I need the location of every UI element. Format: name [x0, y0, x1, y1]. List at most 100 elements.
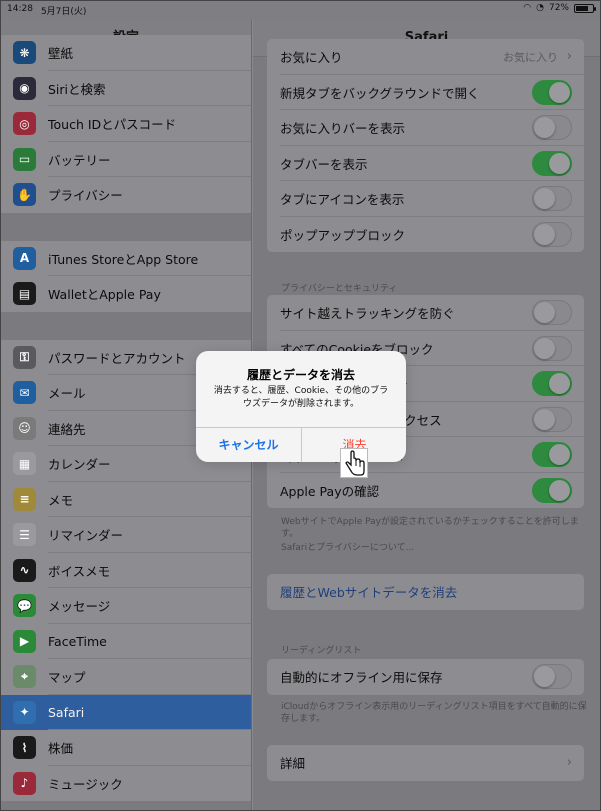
setting-row: 新規タブをバックグラウンドで開く [267, 75, 584, 110]
toggle-switch[interactable] [532, 221, 572, 247]
setting-label: Apple Payの確認 [280, 483, 380, 499]
sidebar-item-notes[interactable]: ≡ メモ [1, 482, 251, 517]
toggle-knob [534, 188, 555, 209]
setting-label: 自動的にオフライン用に保存 [280, 670, 443, 686]
status-date: 5月7日(火) [40, 7, 87, 17]
stocks-icon: ⌇ [13, 736, 36, 760]
sidebar-item-app-store[interactable]: AiTunes StoreとApp Store [1, 241, 251, 276]
sidebar-item-label: メッセージ [48, 599, 111, 615]
sidebar-item-label: Safari [48, 704, 85, 720]
privacy-about-link[interactable]: Safariとプライバシーについて... [281, 542, 587, 554]
sidebar-item-label: パスワードとアカウント [48, 350, 186, 366]
clear-history-alert: 履歴とデータを消去 消去すると、履歴、Cookie、その他のブラウズデータが削除… [196, 351, 406, 462]
sidebar-item-label: プライバシー [48, 188, 123, 204]
wallet-icon: ▤ [13, 282, 36, 306]
sidebar-item-facetime[interactable]: ▶ FaceTime [1, 624, 251, 659]
mail-icon: ✉ [13, 381, 36, 405]
setting-row: タブにアイコンを表示 [267, 181, 584, 217]
setting-label: タブバーを表示 [280, 156, 368, 172]
setting-row[interactable]: お気に入り お気に入り › [267, 39, 584, 75]
toggle-knob [549, 152, 570, 174]
calendar-icon: ▦ [13, 452, 36, 476]
sidebar-item-label: FaceTime [48, 633, 107, 649]
contacts-icon: ☺ [13, 416, 36, 440]
sidebar-item-label: 連絡先 [48, 421, 86, 437]
toggle-switch[interactable] [532, 335, 572, 361]
notes-icon: ≡ [13, 487, 36, 511]
sidebar-item-label: カレンダー [48, 457, 111, 473]
privacy-footnote: WebサイトでApple Payが設定されているかチェックすることを許可します。… [281, 516, 587, 554]
setting-row: ポップアップブロック [267, 217, 584, 253]
toggle-knob [534, 302, 555, 323]
advanced-row[interactable]: 詳細 › [267, 745, 584, 781]
sidebar-item-music[interactable]: ♪ ミュージック [1, 766, 251, 802]
sidebar-item-label: Siriと検索 [48, 81, 106, 97]
toggle-switch[interactable] [532, 406, 572, 432]
reading-list-section-header: リーディングリスト [281, 646, 362, 656]
sidebar-item-maps[interactable]: ⌖ マップ [1, 659, 251, 695]
sidebar-item-label: マップ [48, 670, 86, 686]
setting-row: Apple Payの確認 [267, 473, 584, 509]
alert-title: 履歴とデータを消去 [246, 368, 355, 382]
sidebar-item-label: Touch IDとパスコード [48, 117, 177, 133]
clear-history-button[interactable]: 履歴とWebサイトデータを消去 [267, 574, 584, 610]
toggle-switch[interactable] [532, 300, 572, 325]
sidebar-item-label: ボイスメモ [48, 563, 111, 579]
toggle-knob [534, 337, 555, 359]
toggle-knob [549, 444, 570, 465]
hand-pointer-cursor [340, 448, 368, 478]
toggle-switch[interactable] [532, 442, 572, 467]
toggle-knob [534, 223, 555, 245]
toggle-switch[interactable] [532, 150, 572, 176]
sidebar-item-voice-memo[interactable]: ∿ ボイスメモ [1, 553, 251, 588]
sidebar-item-label: バッテリー [48, 152, 111, 168]
toggle-switch[interactable] [532, 186, 572, 211]
toggle-switch[interactable] [532, 371, 572, 396]
alert-message: 消去すると、履歴、Cookie、その他のブラウズデータが削除されます。 [213, 386, 389, 409]
sidebar-item-battery[interactable]: ▭ バッテリー [1, 142, 251, 177]
toggle-switch[interactable] [532, 115, 572, 140]
voice-memo-icon: ∿ [13, 558, 36, 582]
general-settings-card: お気に入り お気に入り › 新規タブをバックグラウンドで開く お気に入りバーを表示 タブバ… [267, 39, 584, 252]
sidebar-item-fingerprint[interactable]: ◎ Touch IDとパスコード [1, 106, 251, 142]
toggle-switch[interactable] [532, 664, 572, 689]
status-time: 14:28 [7, 4, 33, 14]
sidebar-item-wallet[interactable]: ▤ WalletとApple Pay [1, 276, 251, 312]
fingerprint-icon: ◎ [13, 112, 36, 136]
sidebar-item-label: メール [48, 386, 86, 402]
toggle-knob [549, 373, 570, 394]
rotation-lock-icon: ◔ [536, 3, 544, 13]
sidebar-item-label: ミュージック [48, 776, 123, 792]
setting-row: タブバーを表示 [267, 146, 584, 181]
sidebar-group-store: AiTunes StoreとApp Store ▤ WalletとApple Pay [1, 240, 251, 312]
siri-icon: ◉ [13, 76, 36, 100]
sidebar-item-messages[interactable]: 💬 メッセージ [1, 588, 251, 624]
toggle-switch[interactable] [532, 477, 572, 503]
sidebar-item-wallpaper[interactable]: ❋ 壁紙 [1, 35, 251, 71]
sidebar-item-label: リマインダー [48, 528, 124, 544]
wifi-icon: ◠ [523, 3, 532, 13]
setting-label: ポップアップブロック [280, 227, 406, 243]
sidebar-item-label: WalletとApple Pay [48, 287, 161, 303]
cancel-button[interactable]: キャンセル [196, 428, 301, 462]
toggle-knob [534, 117, 555, 138]
battery-icon [574, 3, 596, 13]
sidebar-item-siri[interactable]: ◉ Siriと検索 [1, 71, 251, 106]
sidebar-item-hand[interactable]: ✋ プライバシー [1, 177, 251, 213]
sidebar-item-label: 壁紙 [48, 46, 74, 62]
facetime-icon: ▶ [13, 629, 36, 653]
sidebar-item-reminders[interactable]: ☰ リマインダー [1, 517, 251, 553]
sidebar-item-stocks[interactable]: ⌇ 株価 [1, 730, 251, 766]
setting-value: お気に入り [503, 50, 558, 64]
sidebar-item-safari[interactable]: ✦ Safari [1, 694, 251, 730]
privacy-section-header: プライバシーとセキュリティ [281, 284, 398, 294]
reading-list-card: 自動的にオフライン用に保存 [267, 659, 584, 695]
setting-label: タブにアイコンを表示 [280, 192, 405, 208]
ipad-screen: 14:28 5月7日(火) ◠ ◔ 72% 設定 ❋壁紙◉Siriと検索◎Tou… [0, 0, 601, 811]
music-icon: ♪ [13, 771, 36, 795]
clear-history-card: 履歴とWebサイトデータを消去 [267, 574, 584, 610]
maps-icon: ⌖ [13, 665, 36, 689]
battery-icon: ▭ [13, 147, 36, 171]
setting-row: サイト越えトラッキングを防ぐ [267, 295, 584, 331]
toggle-switch[interactable] [532, 79, 572, 105]
